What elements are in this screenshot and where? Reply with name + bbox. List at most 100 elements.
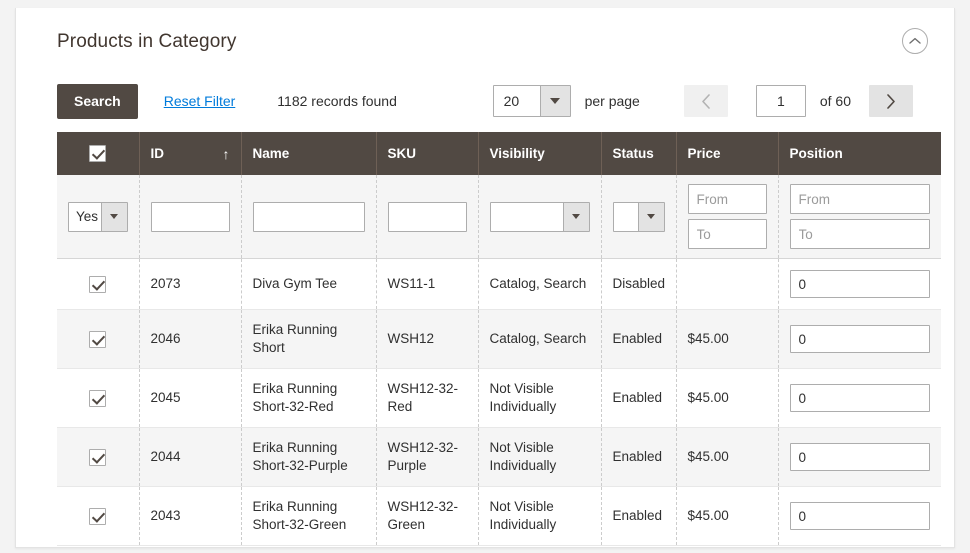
filter-cell-sku bbox=[376, 175, 479, 259]
cell-position bbox=[778, 309, 941, 369]
table-row[interactable]: 2043 Erika Running Short-32-Green WSH12-… bbox=[57, 486, 941, 546]
column-header-status[interactable]: Status bbox=[601, 132, 677, 175]
cell-position bbox=[778, 258, 941, 310]
filter-input-position-from[interactable] bbox=[789, 184, 930, 214]
cell-id: 2073 bbox=[139, 258, 242, 310]
previous-page-button[interactable] bbox=[683, 85, 728, 117]
cell-position bbox=[778, 368, 941, 428]
row-select-cell[interactable] bbox=[57, 258, 140, 310]
sort-ascending-icon: ↑ bbox=[222, 145, 230, 162]
row-checkbox[interactable] bbox=[89, 507, 107, 525]
position-input[interactable] bbox=[789, 502, 930, 530]
cell-visibility: Catalog, Search bbox=[478, 258, 602, 310]
records-found-label: 1182 records found bbox=[277, 93, 397, 109]
cell-visibility: Catalog, Search bbox=[478, 309, 602, 369]
total-pages-label: of 60 bbox=[819, 93, 851, 109]
table-row[interactable]: 2046 Erika Running Short WSH12 Catalog, … bbox=[57, 309, 941, 369]
column-label-status: Status bbox=[612, 146, 654, 161]
cell-visibility: Not Visible Individually bbox=[478, 368, 602, 428]
column-header-visibility[interactable]: Visibility bbox=[478, 132, 602, 175]
cell-id: 2045 bbox=[139, 368, 242, 428]
filter-input-price-to[interactable] bbox=[687, 219, 767, 249]
position-input[interactable] bbox=[789, 325, 930, 353]
cell-sku: WSH12 bbox=[376, 309, 479, 369]
cell-price: $45.00 bbox=[676, 309, 779, 369]
table-row[interactable]: 2073 Diva Gym Tee WS11-1 Catalog, Search… bbox=[57, 258, 941, 310]
cell-sku: WS11-1 bbox=[376, 258, 479, 310]
filter-cell-status bbox=[601, 175, 677, 259]
reset-filter-link[interactable]: Reset Filter bbox=[164, 93, 236, 109]
filter-cell-id bbox=[139, 175, 242, 259]
cell-id: 2043 bbox=[139, 486, 242, 546]
column-header-select-all[interactable] bbox=[57, 132, 140, 175]
row-checkbox[interactable] bbox=[89, 389, 107, 407]
next-page-button[interactable] bbox=[869, 85, 913, 117]
row-checkbox[interactable] bbox=[89, 275, 107, 293]
filter-input-price-from[interactable] bbox=[687, 184, 767, 214]
filter-cell-price bbox=[676, 175, 779, 259]
products-grid-wrapper: ID ↑ Name SKU Visibility Status Price Po… bbox=[57, 132, 941, 546]
cell-id: 2044 bbox=[139, 427, 242, 487]
column-label-name: Name bbox=[252, 146, 290, 161]
grid-toolbar: Search Reset Filter 1182 records found 2… bbox=[57, 70, 913, 132]
cell-sku: WSH12-32-Green bbox=[376, 486, 479, 546]
cell-name: Diva Gym Tee bbox=[241, 258, 377, 310]
products-grid: ID ↑ Name SKU Visibility Status Price Po… bbox=[57, 132, 941, 546]
row-select-cell[interactable] bbox=[57, 309, 140, 369]
chevron-down-icon bbox=[539, 86, 570, 116]
filter-select-status[interactable] bbox=[612, 201, 665, 232]
panel-header: Products in Category bbox=[16, 8, 954, 70]
filter-input-name[interactable] bbox=[252, 201, 365, 232]
position-input[interactable] bbox=[789, 270, 930, 298]
chevron-up-circle-icon[interactable] bbox=[902, 28, 928, 54]
page-title: Products in Category bbox=[57, 31, 237, 52]
column-header-price[interactable]: Price bbox=[676, 132, 779, 175]
current-page-input[interactable] bbox=[755, 85, 806, 117]
cell-name: Erika Running Short bbox=[241, 309, 377, 369]
pagination-controls: 20 per page of 60 bbox=[492, 70, 913, 132]
position-input[interactable] bbox=[789, 384, 930, 412]
column-label-sku: SKU bbox=[387, 146, 417, 161]
filter-cell-select: Yes bbox=[57, 175, 140, 259]
filter-cell-name bbox=[241, 175, 377, 259]
column-label-price: Price bbox=[687, 146, 721, 161]
filter-input-id[interactable] bbox=[150, 201, 230, 232]
cell-status: Enabled bbox=[601, 309, 677, 369]
filter-input-sku[interactable] bbox=[387, 201, 467, 232]
position-input[interactable] bbox=[789, 443, 930, 471]
table-row[interactable]: 2044 Erika Running Short-32-Purple WSH12… bbox=[57, 427, 941, 487]
search-button[interactable]: Search bbox=[57, 83, 138, 119]
cell-status: Enabled bbox=[601, 486, 677, 546]
row-select-cell[interactable] bbox=[57, 368, 140, 428]
cell-status: Enabled bbox=[601, 368, 677, 428]
cell-position bbox=[778, 427, 941, 487]
chevron-down-icon bbox=[562, 202, 589, 231]
cell-price: $45.00 bbox=[676, 486, 779, 546]
filter-cell-visibility bbox=[478, 175, 602, 259]
filter-input-position-to[interactable] bbox=[789, 219, 930, 249]
grid-filter-row: Yes bbox=[57, 175, 941, 259]
products-in-category-panel: Products in Category Search Reset Filter… bbox=[15, 8, 955, 548]
per-page-value: 20 bbox=[503, 93, 520, 109]
cell-visibility: Not Visible Individually bbox=[478, 486, 602, 546]
cell-sku: WSH12-32-Red bbox=[376, 368, 479, 428]
table-row[interactable]: 2045 Erika Running Short-32-Red WSH12-32… bbox=[57, 368, 941, 428]
column-header-id[interactable]: ID ↑ bbox=[139, 132, 242, 175]
row-select-cell[interactable] bbox=[57, 427, 140, 487]
cell-price: $45.00 bbox=[676, 427, 779, 487]
select-all-checkbox[interactable] bbox=[89, 145, 107, 162]
cell-name: Erika Running Short-32-Red bbox=[241, 368, 377, 428]
per-page-select[interactable]: 20 bbox=[492, 85, 571, 117]
row-checkbox[interactable] bbox=[89, 448, 107, 466]
row-select-cell[interactable] bbox=[57, 486, 140, 546]
filter-select-checkbox[interactable]: Yes bbox=[68, 201, 128, 232]
column-label-id: ID bbox=[150, 146, 165, 161]
cell-visibility: Not Visible Individually bbox=[478, 427, 602, 487]
column-header-position[interactable]: Position bbox=[778, 132, 941, 175]
column-header-sku[interactable]: SKU bbox=[376, 132, 479, 175]
chevron-right-icon bbox=[887, 93, 895, 109]
column-header-name[interactable]: Name bbox=[241, 132, 377, 175]
row-checkbox[interactable] bbox=[89, 330, 107, 348]
column-label-visibility: Visibility bbox=[489, 146, 545, 161]
filter-select-visibility[interactable] bbox=[489, 201, 590, 232]
